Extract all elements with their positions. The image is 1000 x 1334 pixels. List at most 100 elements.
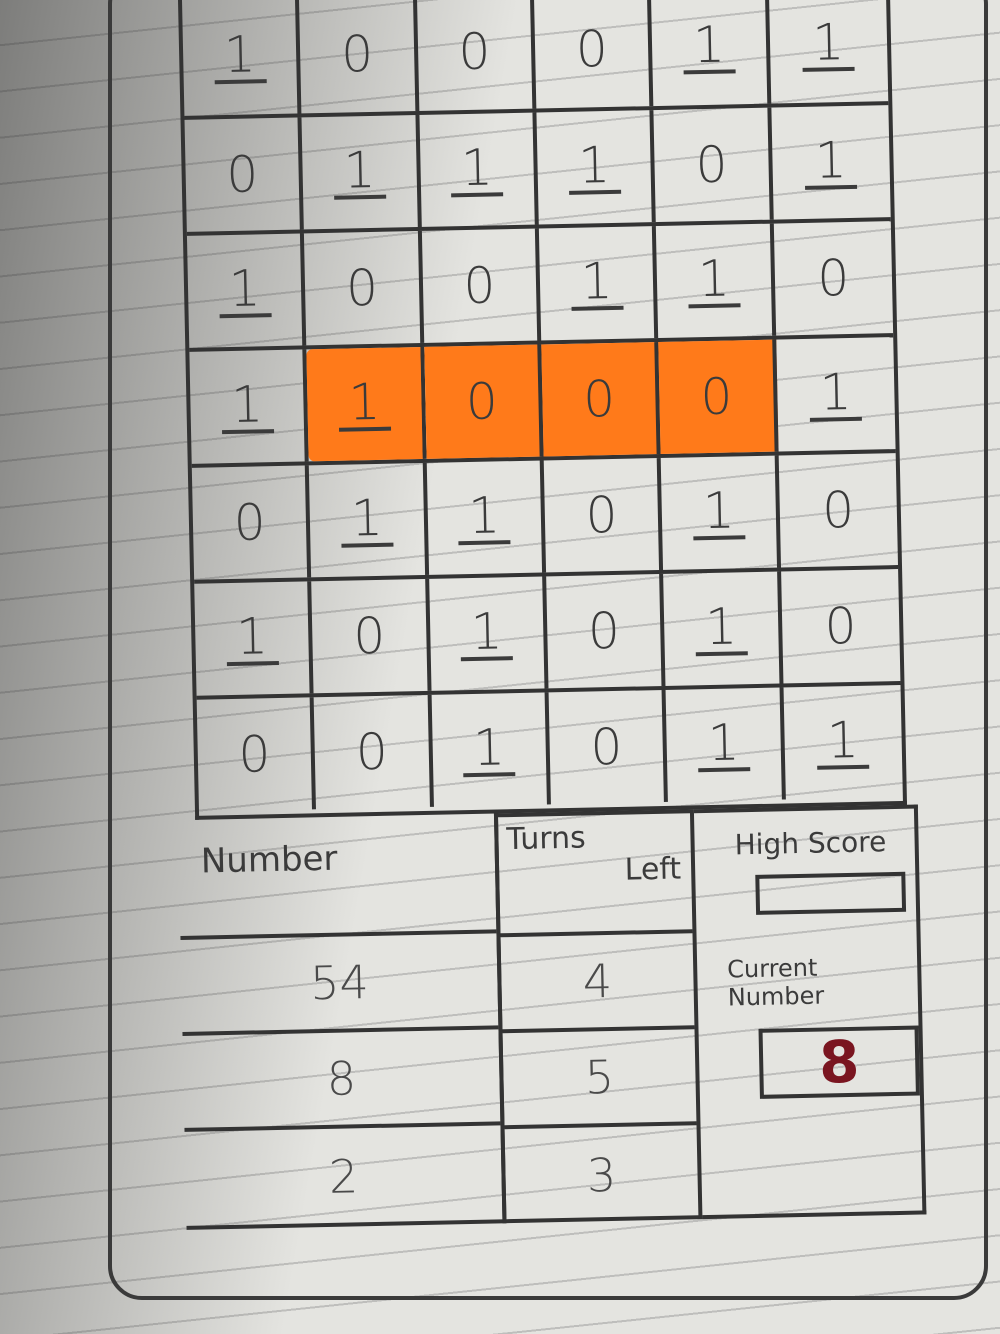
grid-cell-digit: 1 — [567, 136, 621, 195]
grid-cell-digit: 0 — [575, 20, 609, 79]
grid-cell[interactable]: 0 — [416, 0, 537, 111]
grid-cell-digit: 0 — [355, 722, 389, 782]
grid-cell-digit: 1 — [692, 481, 746, 541]
grid-cell-selected[interactable]: 0 — [541, 342, 661, 457]
grid-cell[interactable]: 1 — [181, 0, 302, 116]
grid-cell[interactable]: 0 — [304, 230, 424, 346]
binary-grid: 1000110111011001101100010110101010100010… — [178, 0, 908, 820]
turns-left-item: 5 — [502, 1029, 697, 1130]
grid-cell[interactable]: 1 — [194, 581, 314, 696]
grid-cell[interactable]: 0 — [191, 465, 312, 580]
grid-cell[interactable]: 0 — [781, 569, 901, 683]
grid-cell-digit: 1 — [809, 363, 863, 422]
grid-cell[interactable]: 0 — [546, 573, 666, 689]
grid-cell-selected[interactable]: 0 — [658, 339, 779, 454]
grid-cell[interactable]: 1 — [431, 692, 551, 807]
grid-cell-digit: 0 — [821, 480, 855, 540]
score-column: High Score Current Number 8 — [693, 804, 927, 1220]
grid-cell[interactable]: 0 — [313, 694, 434, 810]
grid-cell-digit: 1 — [213, 25, 267, 85]
grid-cell[interactable]: 1 — [536, 110, 657, 225]
grid-cell-digit: 0 — [587, 601, 621, 661]
grid-cell[interactable]: 1 — [656, 223, 776, 339]
grid-cell-digit: 0 — [465, 372, 499, 432]
grid-cell[interactable]: 1 — [651, 0, 771, 107]
grid-cell-digit: 1 — [687, 250, 741, 309]
grid-cell-digit: 1 — [225, 607, 279, 667]
grid-cell-digit: 0 — [699, 367, 733, 427]
grid-cell[interactable]: 1 — [783, 685, 903, 799]
grid-cell-digit: 0 — [589, 717, 623, 777]
numbers-column: Number 54 8 2 — [178, 813, 507, 1230]
grid-cell-digit: 0 — [233, 493, 267, 552]
grid-cell[interactable]: 1 — [665, 687, 786, 802]
grid-cell-digit: 1 — [804, 131, 858, 190]
grid-cell-digit: 1 — [697, 713, 751, 773]
turns-header-line2: Left — [624, 851, 682, 888]
grid-cell[interactable]: 0 — [543, 457, 664, 573]
numbers-header: Number — [178, 813, 497, 940]
grid-cell-selected[interactable]: 1 — [306, 346, 427, 462]
grid-cell[interactable]: 1 — [301, 114, 422, 230]
grid-cell[interactable]: 0 — [421, 228, 542, 343]
grid-cell[interactable]: 0 — [196, 697, 317, 812]
grid-cell-digit: 1 — [694, 597, 748, 657]
grid-cell[interactable]: 1 — [538, 226, 659, 341]
stats-panel: Number 54 8 2 Turns Left 4 5 3 High Scor… — [178, 804, 947, 1250]
grid-cell[interactable]: 1 — [189, 349, 310, 464]
turns-left-item: 4 — [500, 933, 695, 1034]
grid-cell-digit: 0 — [225, 145, 259, 205]
grid-cell[interactable]: 0 — [299, 0, 420, 114]
grid-cell-digit: 0 — [582, 369, 616, 429]
grid-cell-digit: 1 — [450, 138, 504, 198]
grid-cell-digit: 1 — [218, 259, 272, 319]
high-score-label: High Score — [734, 825, 887, 862]
grid-cell[interactable]: 0 — [773, 221, 893, 335]
grid-cell-digit: 0 — [462, 256, 496, 316]
grid-cell-digit: 1 — [801, 13, 855, 72]
grid-cell-selected[interactable]: 0 — [423, 344, 544, 459]
grid-row: 1 0 1 0 1 0 — [194, 565, 901, 696]
grid-cell-digit: 0 — [695, 135, 729, 195]
grid-cell[interactable]: 1 — [776, 337, 896, 451]
grid-cell[interactable]: 1 — [419, 112, 539, 227]
grid-cell[interactable]: 1 — [661, 455, 781, 570]
turns-left-item: 3 — [586, 1147, 617, 1203]
grid-cell[interactable]: 0 — [653, 107, 774, 223]
grid-row: 0 0 1 0 1 1 — [196, 681, 903, 812]
grid-cell-digit: 0 — [824, 596, 858, 656]
turns-header-line1: Turns — [506, 820, 587, 858]
grid-cell[interactable]: 0 — [533, 0, 654, 109]
grid-cell-digit: 1 — [340, 489, 394, 548]
grid-cell-digit: 0 — [345, 258, 379, 318]
grid-cell-digit: 1 — [338, 373, 391, 432]
grid-cell[interactable]: 1 — [309, 462, 429, 578]
grid-cell[interactable]: 0 — [778, 453, 898, 567]
grid-cell-digit: 0 — [457, 22, 491, 82]
grid-cell-digit: 0 — [340, 24, 374, 84]
grid-cell-digit: 0 — [585, 485, 619, 545]
grid-cell-digit: 0 — [237, 725, 271, 784]
grid-cell[interactable]: 0 — [311, 578, 432, 694]
grid-row: 0 1 1 0 1 0 — [191, 449, 898, 580]
current-number-value: 8 — [758, 1025, 920, 1099]
grid-cell[interactable]: 1 — [663, 571, 784, 686]
grid-cell-digit: 1 — [460, 602, 514, 662]
grid-cell-digit: 0 — [352, 606, 386, 666]
grid-cell-digit: 1 — [333, 141, 387, 200]
grid-cell[interactable]: 1 — [771, 105, 891, 219]
grid-cell-digit: 1 — [457, 486, 511, 546]
grid-cell[interactable]: 1 — [426, 460, 547, 575]
grid-cell[interactable]: 1 — [428, 576, 549, 691]
grid-cell-digit: 1 — [570, 252, 624, 311]
grid-cell[interactable]: 0 — [548, 689, 669, 805]
number-item: 54 — [180, 933, 499, 1036]
grid-cell[interactable]: 1 — [186, 233, 307, 348]
current-number-label: Current Number — [726, 953, 825, 1012]
grid-cell-digit: 0 — [816, 249, 850, 308]
grid-cell[interactable]: 0 — [184, 117, 305, 232]
number-item: 2 — [328, 1149, 359, 1204]
grid-row: 0 1 1 1 0 1 — [184, 101, 891, 232]
high-score-value — [755, 871, 907, 915]
grid-cell[interactable]: 1 — [769, 0, 889, 104]
